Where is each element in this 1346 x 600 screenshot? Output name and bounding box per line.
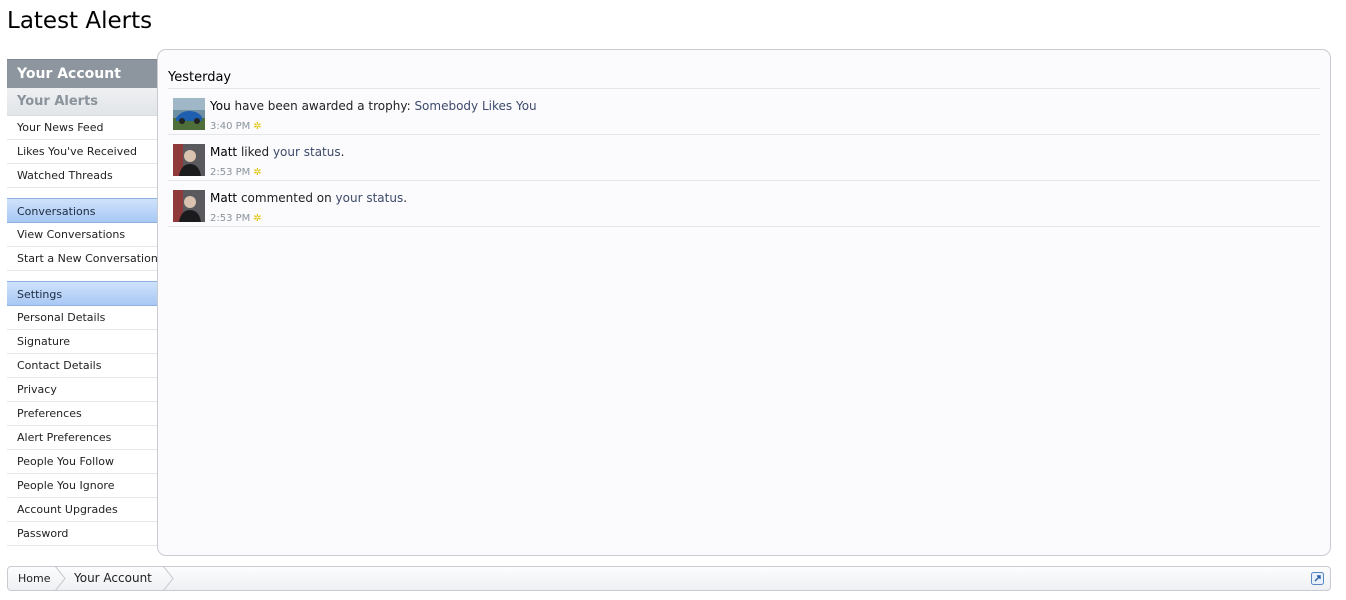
sidebar-section-conversations[interactable]: Conversations [7, 198, 157, 223]
alert-item: Matt liked your status. 2:53 PM ✲ [168, 135, 1320, 181]
alert-target-link[interactable]: Somebody Likes You [414, 99, 536, 113]
alert-target-link[interactable]: your status [273, 145, 341, 159]
sidebar-item-privacy[interactable]: Privacy [7, 378, 157, 402]
breadcrumb-current[interactable]: Your Account [74, 567, 152, 590]
sidebar-item-people-you-follow[interactable]: People You Follow [7, 450, 157, 474]
alert-text: Matt commented on your status. [210, 191, 407, 205]
alert-time: 3:40 PM ✲ [210, 121, 262, 132]
person-avatar[interactable] [173, 144, 205, 176]
sidebar-item-account-upgrades[interactable]: Account Upgrades [7, 498, 157, 522]
alert-action: have been awarded a trophy: [230, 99, 415, 113]
sidebar-item-watched-threads[interactable]: Watched Threads [7, 164, 157, 188]
breadcrumb-separator-icon [54, 566, 66, 591]
breadcrumb: Home Your Account [7, 566, 1331, 591]
sidebar-item-preferences[interactable]: Preferences [7, 402, 157, 426]
alert-user-link[interactable]: Matt [210, 145, 237, 159]
car-avatar[interactable] [173, 98, 205, 130]
sidebar-item-view-conversations[interactable]: View Conversations [7, 223, 157, 247]
person-avatar[interactable] [173, 190, 205, 222]
alert-text: You have been awarded a trophy: Somebody… [210, 99, 537, 113]
alert-target-link[interactable]: your status [336, 191, 404, 205]
new-alert-icon: ✲ [253, 167, 262, 178]
alerts-panel: Yesterday You have been awarded a trophy… [157, 49, 1331, 556]
sidebar-header[interactable]: Your Account [7, 59, 157, 88]
alert-timestamp: 2:53 PM [210, 167, 251, 178]
alert-tail: . [403, 191, 408, 205]
sidebar-item-personal-details[interactable]: Personal Details [7, 306, 157, 330]
alert-user-link[interactable]: You [210, 99, 231, 113]
alert-action: liked [237, 145, 273, 159]
sidebar-section-settings[interactable]: Settings [7, 281, 157, 306]
breadcrumb-home[interactable]: Home [18, 567, 50, 590]
sidebar-item-password[interactable]: Password [7, 522, 157, 546]
sidebar-item-signature[interactable]: Signature [7, 330, 157, 354]
sidebar-item-likes-received[interactable]: Likes You've Received [7, 140, 157, 164]
sidebar-item-news-feed[interactable]: Your News Feed [7, 116, 157, 140]
alert-action: commented on [237, 191, 336, 205]
sidebar-item-contact-details[interactable]: Contact Details [7, 354, 157, 378]
alert-item: You have been awarded a trophy: Somebody… [168, 89, 1320, 135]
sidebar-item-start-conversation[interactable]: Start a New Conversation [7, 247, 158, 271]
sidebar-item-people-you-ignore[interactable]: People You Ignore [7, 474, 157, 498]
day-heading: Yesterday [168, 70, 232, 85]
new-alert-icon: ✲ [253, 213, 262, 224]
sidebar-item-your-alerts[interactable]: Your Alerts [7, 88, 157, 116]
jump-to-page-icon[interactable] [1311, 572, 1324, 585]
alert-user-link[interactable]: Matt [210, 191, 237, 205]
alert-timestamp: 3:40 PM [210, 121, 251, 132]
alert-tail: . [340, 145, 345, 159]
alert-item: Matt commented on your status. 2:53 PM ✲ [168, 181, 1320, 227]
breadcrumb-separator-icon [162, 566, 174, 591]
alert-time: 2:53 PM ✲ [210, 167, 262, 178]
page-title: Latest Alerts [7, 8, 153, 34]
alert-time: 2:53 PM ✲ [210, 213, 262, 224]
alert-timestamp: 2:53 PM [210, 213, 251, 224]
sidebar-item-alert-preferences[interactable]: Alert Preferences [7, 426, 157, 450]
alert-text: Matt liked your status. [210, 145, 344, 159]
new-alert-icon: ✲ [253, 121, 262, 132]
account-sidebar: Your Account Your Alerts Your News Feed … [7, 59, 158, 546]
